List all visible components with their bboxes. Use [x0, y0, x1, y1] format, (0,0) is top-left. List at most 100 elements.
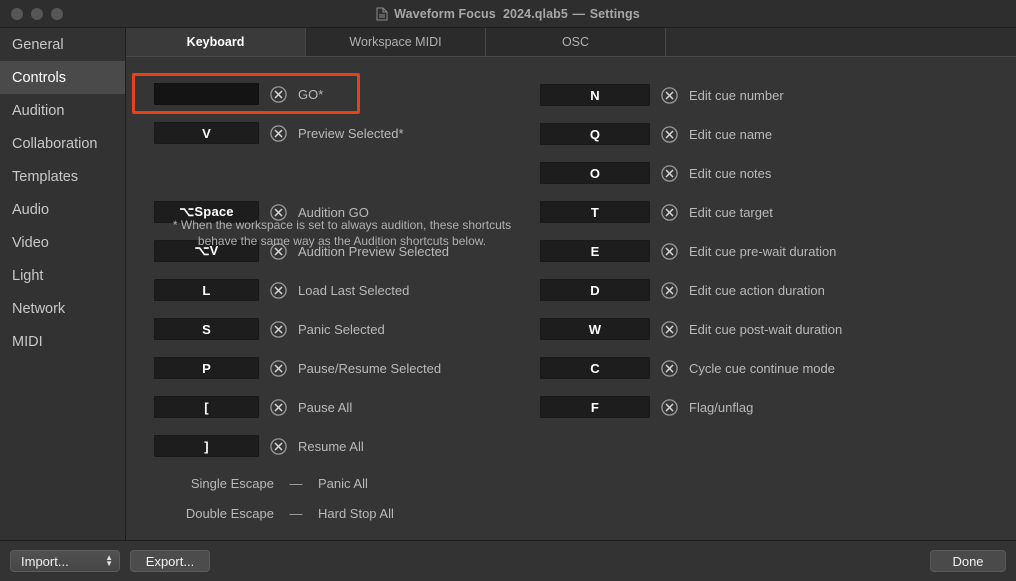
- clear-circle-x-icon[interactable]: [270, 282, 287, 299]
- shortcut-key-value: D: [590, 283, 600, 298]
- shortcut-key-input-go[interactable]: [154, 83, 259, 105]
- done-button-label: Done: [952, 554, 983, 569]
- escape-row-double: Double Escape — Hard Stop All: [154, 506, 394, 521]
- zoom-button[interactable]: [51, 8, 63, 20]
- shortcut-label: Cycle cue continue mode: [689, 361, 835, 376]
- clear-circle-x-icon[interactable]: [270, 86, 287, 103]
- clear-circle-x-icon[interactable]: [661, 204, 678, 221]
- shortcut-label: Flag/unflag: [689, 400, 753, 415]
- sidebar-item-label: General: [12, 37, 64, 53]
- sidebar-item-general[interactable]: General: [0, 28, 125, 61]
- shortcut-key-input-edit-cue-number[interactable]: N: [540, 84, 650, 106]
- shortcut-row-edit-cue-target: T Edit cue target: [540, 201, 773, 223]
- settings-window: Waveform Focus 2024.qlab5 — Settings Gen…: [0, 0, 1016, 581]
- tab-label: Keyboard: [187, 35, 245, 49]
- export-button[interactable]: Export...: [130, 550, 210, 572]
- escape-dash: —: [274, 476, 318, 491]
- escape-name: Double Escape: [154, 506, 274, 521]
- shortcut-key-value: N: [590, 88, 600, 103]
- clear-circle-x-icon[interactable]: [661, 282, 678, 299]
- document-icon: [376, 7, 388, 21]
- shortcut-key-value: V: [202, 126, 211, 141]
- shortcut-label: Edit cue notes: [689, 166, 771, 181]
- shortcut-key-input-flag-unflag[interactable]: F: [540, 396, 650, 418]
- done-button[interactable]: Done: [930, 550, 1006, 572]
- clear-circle-x-icon[interactable]: [661, 165, 678, 182]
- shortcut-key-input-panic-selected[interactable]: S: [154, 318, 259, 340]
- sidebar-item-label: Audition: [12, 103, 64, 119]
- window-body: General Controls Audition Collaboration …: [0, 28, 1016, 540]
- sidebar-item-label: MIDI: [12, 334, 43, 350]
- shortcut-key-input-edit-cue-target[interactable]: T: [540, 201, 650, 223]
- shortcut-row-cycle-cue-continue-mode: C Cycle cue continue mode: [540, 357, 835, 379]
- tab-bar-filler: [666, 28, 1016, 56]
- shortcut-label: Resume All: [298, 439, 364, 454]
- sidebar-item-label: Controls: [12, 70, 66, 86]
- clear-circle-x-icon[interactable]: [661, 243, 678, 260]
- escape-action: Panic All: [318, 476, 368, 491]
- sidebar-item-video[interactable]: Video: [0, 226, 125, 259]
- shortcut-row-edit-cue-post-wait: W Edit cue post-wait duration: [540, 318, 842, 340]
- shortcut-row-edit-cue-number: N Edit cue number: [540, 84, 784, 106]
- shortcut-key-value: ]: [204, 439, 209, 454]
- tab-workspace-midi[interactable]: Workspace MIDI: [306, 28, 486, 56]
- clear-circle-x-icon[interactable]: [661, 87, 678, 104]
- import-button-label: Import...: [21, 554, 69, 569]
- window-title-text: Waveform Focus 2024.qlab5 — Settings: [394, 7, 640, 21]
- sidebar-item-controls[interactable]: Controls: [0, 61, 125, 94]
- sidebar-item-network[interactable]: Network: [0, 292, 125, 325]
- shortcut-key-input-pause-resume-selected[interactable]: P: [154, 357, 259, 379]
- shortcut-key-input-edit-cue-notes[interactable]: O: [540, 162, 650, 184]
- clear-circle-x-icon[interactable]: [661, 360, 678, 377]
- shortcut-row-preview-selected: V Preview Selected*: [154, 122, 404, 144]
- sidebar-item-audio[interactable]: Audio: [0, 193, 125, 226]
- shortcut-key-value: E: [591, 244, 600, 259]
- keyboard-shortcuts-panel: GO* V Preview Selected* ⌥Space: [126, 57, 1016, 540]
- sidebar-item-collaboration[interactable]: Collaboration: [0, 127, 125, 160]
- tab-keyboard[interactable]: Keyboard: [126, 28, 306, 56]
- escape-action: Hard Stop All: [318, 506, 394, 521]
- shortcut-key-input-edit-cue-name[interactable]: Q: [540, 123, 650, 145]
- sidebar-item-label: Light: [12, 268, 43, 284]
- shortcut-row-load-last-selected: L Load Last Selected: [154, 279, 409, 301]
- title-app: Waveform Focus: [394, 7, 496, 21]
- clear-circle-x-icon[interactable]: [661, 399, 678, 416]
- clear-circle-x-icon[interactable]: [270, 321, 287, 338]
- shortcut-key-input-pause-all[interactable]: [: [154, 396, 259, 418]
- sidebar-item-label: Collaboration: [12, 136, 97, 152]
- shortcut-key-input-resume-all[interactable]: ]: [154, 435, 259, 457]
- sidebar-item-audition[interactable]: Audition: [0, 94, 125, 127]
- shortcut-key-value: C: [590, 361, 600, 376]
- sidebar-item-templates[interactable]: Templates: [0, 160, 125, 193]
- shortcut-key-input-edit-cue-action-duration[interactable]: D: [540, 279, 650, 301]
- shortcut-key-value: S: [202, 322, 211, 337]
- sidebar-item-label: Video: [12, 235, 49, 251]
- chevron-up-down-icon: ▲▼: [105, 555, 113, 567]
- shortcut-key-input-preview-selected[interactable]: V: [154, 122, 259, 144]
- minimize-button[interactable]: [31, 8, 43, 20]
- shortcut-label: Pause/Resume Selected: [298, 361, 441, 376]
- tab-label: Workspace MIDI: [349, 35, 441, 49]
- sidebar-item-label: Network: [12, 301, 65, 317]
- shortcut-key-value: L: [202, 283, 210, 298]
- close-button[interactable]: [11, 8, 23, 20]
- shortcut-row-pause-all: [ Pause All: [154, 396, 352, 418]
- shortcut-row-go: GO*: [154, 83, 323, 105]
- import-button[interactable]: Import... ▲▼: [10, 550, 120, 572]
- shortcut-key-input-edit-cue-post-wait[interactable]: W: [540, 318, 650, 340]
- shortcut-key-input-edit-cue-pre-wait[interactable]: E: [540, 240, 650, 262]
- sidebar-item-light[interactable]: Light: [0, 259, 125, 292]
- sidebar-item-midi[interactable]: MIDI: [0, 325, 125, 358]
- clear-circle-x-icon[interactable]: [661, 321, 678, 338]
- clear-circle-x-icon[interactable]: [270, 438, 287, 455]
- clear-circle-x-icon[interactable]: [270, 399, 287, 416]
- clear-circle-x-icon[interactable]: [270, 360, 287, 377]
- shortcut-row-pause-resume-selected: P Pause/Resume Selected: [154, 357, 441, 379]
- shortcut-key-input-cycle-cue-continue-mode[interactable]: C: [540, 357, 650, 379]
- title-separator: —: [572, 7, 587, 21]
- tab-osc[interactable]: OSC: [486, 28, 666, 56]
- shortcut-key-value: Q: [590, 127, 600, 142]
- shortcut-key-input-load-last-selected[interactable]: L: [154, 279, 259, 301]
- clear-circle-x-icon[interactable]: [270, 125, 287, 142]
- clear-circle-x-icon[interactable]: [661, 126, 678, 143]
